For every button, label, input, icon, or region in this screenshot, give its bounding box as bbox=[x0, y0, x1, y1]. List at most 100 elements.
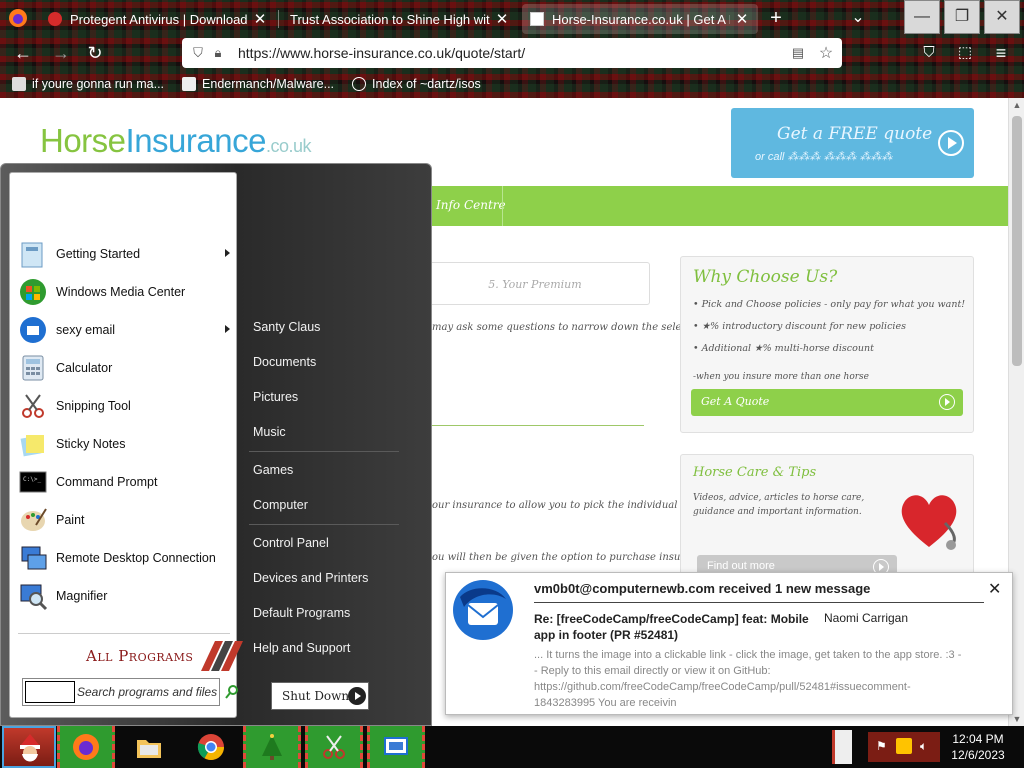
reader-view-icon[interactable]: ▤ bbox=[788, 45, 808, 61]
flag-icon[interactable]: ⚑ bbox=[876, 739, 887, 753]
search-caret-box bbox=[25, 681, 75, 703]
nav-divider bbox=[502, 186, 503, 226]
all-programs-button[interactable]: All Programs bbox=[18, 641, 243, 671]
taskbar-firefox-button[interactable] bbox=[57, 726, 115, 768]
free-quote-banner[interactable]: Get a FREE quote or call ⁂⁂⁂ ⁂⁂⁂ ⁂⁂⁂ bbox=[731, 108, 974, 178]
start-menu-programs-pane: Getting Started Windows Media Center sex… bbox=[9, 172, 243, 718]
restore-button[interactable]: ❐ bbox=[944, 0, 980, 34]
tab-horse-insurance[interactable]: Horse-Insurance.co.uk | Get A Free ✕ bbox=[522, 4, 758, 34]
get-a-quote-button[interactable]: Get A Quote bbox=[691, 389, 963, 416]
taskbar-explorer-button[interactable] bbox=[120, 726, 178, 768]
start-right-games[interactable]: Games bbox=[253, 463, 293, 477]
list-all-tabs-button[interactable]: ⌄ bbox=[846, 6, 870, 30]
start-right-default-programs[interactable]: Default Programs bbox=[253, 606, 350, 620]
bookmark-item[interactable]: Index of ~dartz/isos bbox=[352, 77, 481, 91]
email-subject: Re: [freeCodeCamp/freeCodeCamp] feat: Mo… bbox=[534, 612, 809, 642]
step-your-premium[interactable]: 5. Your Premium bbox=[420, 262, 650, 305]
program-calculator[interactable]: Calculator bbox=[18, 351, 230, 385]
reload-button[interactable]: ↻ bbox=[82, 40, 108, 66]
bookmark-favicon-icon bbox=[12, 77, 26, 91]
menu-icon[interactable]: ≡ bbox=[988, 40, 1014, 66]
scroll-down-icon[interactable]: ▼ bbox=[1009, 714, 1024, 724]
firefox-menu-icon[interactable] bbox=[8, 8, 28, 28]
system-clock[interactable]: 12:04 PM 12/6/2023 bbox=[948, 731, 1008, 763]
list-item: Additional ★% multi-horse discount bbox=[693, 343, 965, 354]
program-windows-media-center[interactable]: Windows Media Center bbox=[18, 275, 230, 309]
taskbar-snipping-tool-button[interactable] bbox=[305, 726, 363, 768]
svg-text:C:\>_: C:\>_ bbox=[23, 476, 41, 483]
bookmarks-bar: if youre gonna run ma... Endermanch/Malw… bbox=[0, 72, 1024, 96]
program-command-prompt[interactable]: C:\>_ Command Prompt bbox=[18, 465, 230, 499]
forward-button[interactable]: → bbox=[48, 40, 74, 66]
start-search-input[interactable]: Search programs and files bbox=[22, 678, 220, 706]
taskbar-chrome-button[interactable] bbox=[182, 726, 240, 768]
tab-title: Horse-Insurance.co.uk | Get A Free bbox=[552, 11, 730, 27]
program-getting-started[interactable]: Getting Started bbox=[18, 237, 230, 271]
search-icon[interactable] bbox=[224, 684, 240, 700]
program-magnifier[interactable]: Magnifier bbox=[18, 579, 230, 613]
taskbar-christmas-tree-button[interactable] bbox=[243, 726, 301, 768]
show-hidden-icons-button[interactable] bbox=[832, 730, 852, 764]
taskbar-remote-desktop-button[interactable] bbox=[367, 726, 425, 768]
search-placeholder: Search programs and files bbox=[77, 685, 218, 699]
browser-chrome: Protegent Antivirus | Download Fr ✕ Trus… bbox=[0, 0, 1024, 98]
program-remote-desktop-connection[interactable]: Remote Desktop Connection bbox=[18, 541, 230, 575]
shield-icon[interactable]: ⛉ bbox=[188, 45, 208, 61]
battery-icon[interactable] bbox=[896, 738, 912, 754]
scrollbar-thumb[interactable] bbox=[1012, 116, 1022, 366]
shutdown-options-arrow-icon[interactable] bbox=[348, 687, 366, 705]
start-right-control-panel[interactable]: Control Panel bbox=[253, 536, 329, 550]
program-snipping-tool[interactable]: Snipping Tool bbox=[18, 389, 230, 423]
tab-close-icon[interactable]: ✕ bbox=[252, 10, 268, 28]
button-label: Get A Quote bbox=[701, 395, 770, 408]
pocket-icon[interactable]: ⛉ bbox=[916, 40, 942, 66]
shut-down-button[interactable]: Shut Down bbox=[271, 682, 369, 710]
new-tab-button[interactable]: + bbox=[764, 6, 788, 30]
tab-close-icon[interactable]: ✕ bbox=[494, 10, 510, 28]
email-notification[interactable]: vm0b0t@computernewb.com received 1 new m… bbox=[445, 572, 1013, 715]
close-window-button[interactable]: ✕ bbox=[984, 0, 1020, 34]
bookmark-item[interactable]: Endermanch/Malware... bbox=[182, 77, 334, 91]
start-right-santy-claus[interactable]: Santy Claus bbox=[253, 320, 320, 334]
site-logo[interactable]: HorseInsurance.co.uk bbox=[40, 122, 312, 160]
tab-close-icon[interactable]: ✕ bbox=[734, 10, 750, 28]
lock-icon[interactable]: 🔒︎ bbox=[208, 45, 228, 61]
back-button[interactable]: ← bbox=[10, 40, 36, 66]
media-center-icon bbox=[20, 279, 46, 305]
extensions-icon[interactable]: ⬚ bbox=[952, 40, 978, 66]
calculator-icon bbox=[22, 355, 44, 381]
email-preview: ... It turns the image into a clickable … bbox=[534, 649, 962, 709]
scroll-up-icon[interactable]: ▲ bbox=[1009, 100, 1024, 110]
minimize-button[interactable]: — bbox=[904, 0, 940, 34]
bookmark-star-icon[interactable]: ☆ bbox=[816, 43, 836, 63]
card-heading: Why Choose Us? bbox=[693, 267, 838, 287]
program-sexy-email[interactable]: sexy email bbox=[18, 313, 230, 347]
folder-icon bbox=[137, 740, 161, 758]
bookmark-item[interactable]: if youre gonna run ma... bbox=[12, 77, 164, 91]
tab-protegent[interactable]: Protegent Antivirus | Download Fr ✕ bbox=[40, 4, 276, 34]
firefox-icon bbox=[73, 734, 99, 760]
tab-trust-association[interactable]: Trust Association to Shine High with U ✕ bbox=[282, 4, 518, 34]
start-right-pictures[interactable]: Pictures bbox=[253, 390, 298, 404]
address-bar[interactable]: ⛉ 🔒︎ https://www.horse-insurance.co.uk/q… bbox=[182, 38, 842, 68]
start-right-computer[interactable]: Computer bbox=[253, 498, 308, 512]
start-right-help-and-support[interactable]: Help and Support bbox=[253, 641, 350, 655]
screen: Protegent Antivirus | Download Fr ✕ Trus… bbox=[0, 0, 1024, 768]
why-choose-us-card: Why Choose Us? Pick and Choose policies … bbox=[680, 256, 974, 433]
remote-desktop-icon bbox=[21, 546, 47, 570]
program-paint[interactable]: Paint bbox=[18, 503, 230, 537]
tab-separator bbox=[278, 10, 279, 28]
start-right-music[interactable]: Music bbox=[253, 425, 286, 439]
close-icon[interactable]: ✕ bbox=[988, 579, 1001, 599]
nav-info-centre[interactable]: Info Centre bbox=[436, 198, 506, 212]
volume-icon[interactable]: 🔈︎ bbox=[920, 739, 927, 754]
program-label: Calculator bbox=[56, 361, 113, 375]
program-sticky-notes[interactable]: Sticky Notes bbox=[18, 427, 230, 461]
list-item: Pick and Choose policies - only pay for … bbox=[693, 299, 965, 310]
start-button[interactable] bbox=[2, 726, 56, 768]
url-text[interactable]: https://www.horse-insurance.co.uk/quote/… bbox=[238, 45, 788, 61]
start-right-devices-and-printers[interactable]: Devices and Printers bbox=[253, 571, 368, 585]
clock-time: 12:04 PM bbox=[952, 732, 1004, 746]
program-label: Sticky Notes bbox=[56, 437, 126, 451]
start-right-documents[interactable]: Documents bbox=[253, 355, 316, 369]
